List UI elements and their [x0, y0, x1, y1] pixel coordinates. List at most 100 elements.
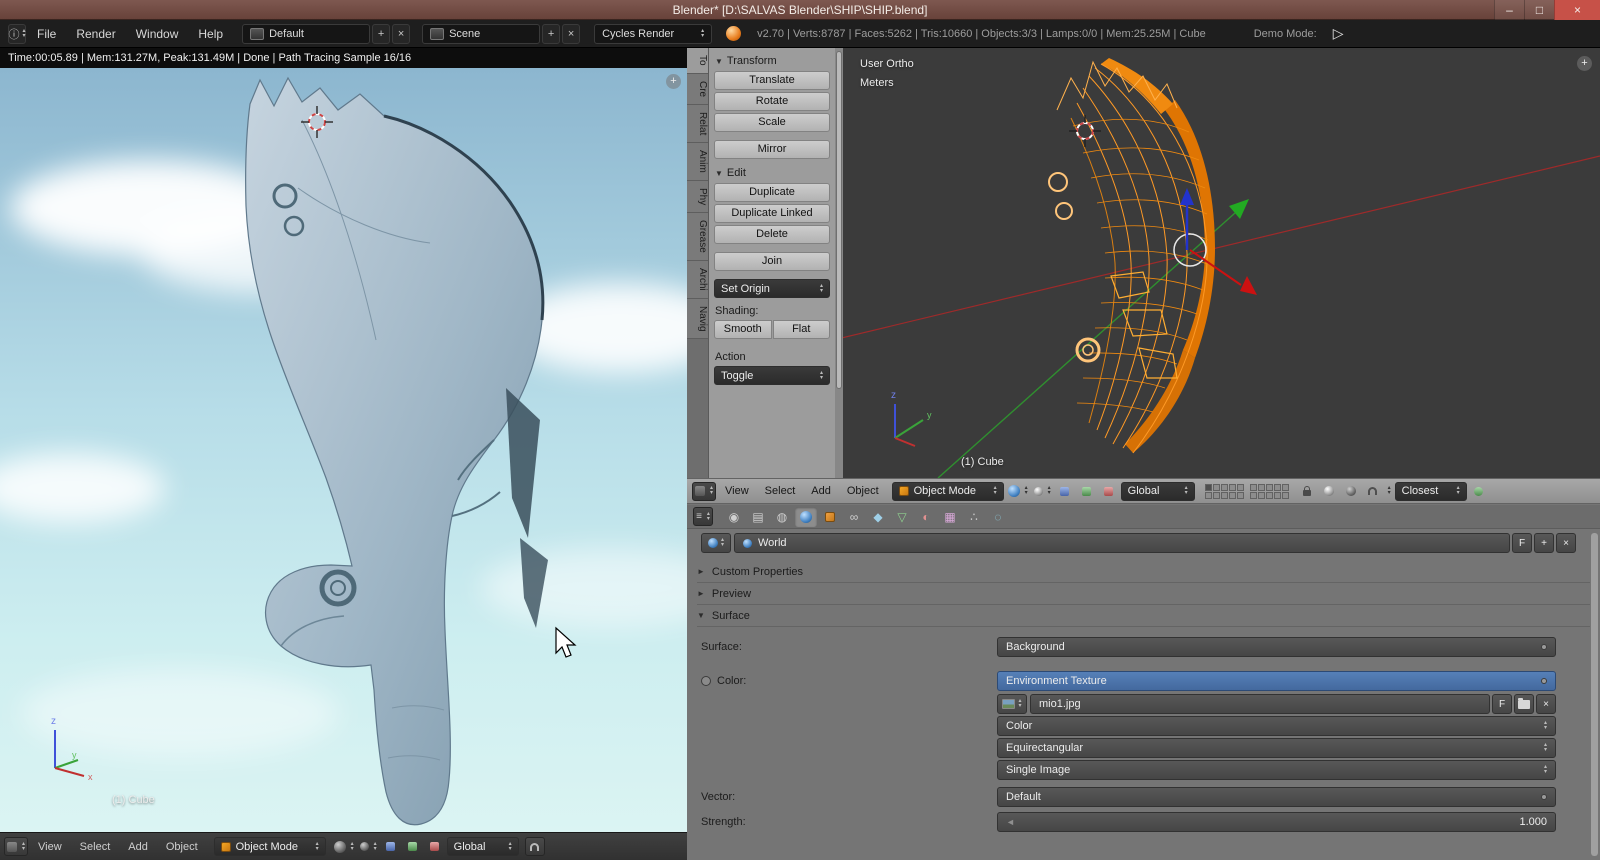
minimize-button[interactable]: –	[1494, 0, 1524, 20]
image-name-field[interactable]: mio1.jpg	[1030, 694, 1490, 714]
manipulator-translate-icon[interactable]	[381, 837, 401, 856]
editor-type-info-icon[interactable]: ⓘ ▴ ▾	[8, 23, 26, 44]
editor-type-3dview-icon[interactable]: ▴ ▾	[692, 481, 717, 501]
manipulator-scale-icon[interactable]	[1099, 482, 1119, 501]
properties-scrollbar[interactable]	[1591, 533, 1598, 856]
orientation-selector[interactable]: Global ▴ ▾	[446, 837, 519, 856]
mirror-button[interactable]: Mirror	[714, 140, 830, 159]
tab-constraints-icon[interactable]: ∞	[843, 507, 865, 527]
tab-data-icon[interactable]: ▽	[891, 507, 913, 527]
editor-type-3dview-icon[interactable]: ▴ ▾	[4, 837, 29, 856]
strength-slider[interactable]: ◄ 1.000	[997, 812, 1556, 832]
wireframe-viewport[interactable]: z y User Ortho Meters (1) Cube +	[843, 48, 1600, 478]
fake-user-button[interactable]: F	[1512, 533, 1532, 553]
pivot-point-icon[interactable]: ▴ ▾	[1032, 482, 1053, 501]
render-engine-selector[interactable]: Cycles Render ▴ ▾	[594, 23, 713, 44]
tab-render-icon[interactable]: ◉	[723, 507, 745, 527]
projection-selector[interactable]: Equirectangular ▴ ▾	[997, 738, 1556, 758]
open-image-button[interactable]	[1514, 694, 1534, 714]
menu-select[interactable]: Select	[72, 841, 119, 853]
transform-panel-header[interactable]: ▼ Transform	[715, 55, 829, 67]
pivot-point-icon[interactable]: ▴ ▾	[358, 837, 379, 856]
screen-layout-selector[interactable]: Default	[242, 23, 371, 44]
surface-panel[interactable]: ▼ Surface	[697, 605, 1590, 627]
rotate-button[interactable]: Rotate	[714, 92, 830, 111]
shelf-tab-create[interactable]: Cre	[687, 73, 708, 105]
mode-selector[interactable]: Object Mode ▴ ▾	[891, 481, 1004, 501]
tab-object-icon[interactable]	[819, 507, 841, 527]
layers-grid-2[interactable]	[1249, 483, 1289, 499]
render-preview-icon[interactable]	[1319, 482, 1339, 501]
menu-view[interactable]: View	[30, 841, 70, 853]
world-name-field[interactable]: World	[734, 533, 1510, 553]
layers-grid-1[interactable]	[1204, 483, 1244, 499]
tab-scene-icon[interactable]: ◍	[771, 507, 793, 527]
maximize-button[interactable]: □	[1524, 0, 1554, 20]
manipulator-rotate-icon[interactable]	[403, 837, 423, 856]
menu-add[interactable]: Add	[120, 841, 156, 853]
set-origin-selector[interactable]: Set Origin ▴ ▾	[714, 279, 830, 298]
menu-object[interactable]: Object	[158, 841, 206, 853]
viewport-shading-icon[interactable]: ▴ ▾	[332, 837, 356, 856]
rendered-viewport[interactable]: z y x (1) Cube +	[0, 68, 687, 832]
add-layout-button[interactable]: +	[372, 23, 391, 44]
tab-world-icon[interactable]	[795, 506, 817, 527]
vector-selector[interactable]: Default	[997, 787, 1556, 807]
opengl-render-icon[interactable]	[1469, 482, 1489, 501]
join-button[interactable]: Join	[714, 252, 830, 271]
menu-select[interactable]: Select	[758, 485, 803, 497]
world-browse-icon[interactable]: ▴ ▾	[701, 533, 731, 553]
custom-properties-panel[interactable]: ► Custom Properties	[697, 561, 1590, 583]
new-world-button[interactable]: +	[1534, 533, 1554, 553]
scale-button[interactable]: Scale	[714, 113, 830, 132]
menu-file[interactable]: File	[28, 27, 65, 41]
shelf-tab-physics[interactable]: Phy	[687, 180, 708, 214]
unlink-world-button[interactable]: ×	[1556, 533, 1576, 553]
manipulator-translate-icon[interactable]	[1055, 482, 1075, 501]
image-browse-icon[interactable]: ▴ ▾	[997, 694, 1027, 714]
shelf-tab-animation[interactable]: Anim	[687, 143, 708, 181]
delete-layout-button[interactable]: ×	[392, 23, 411, 44]
image-source-selector[interactable]: Single Image ▴ ▾	[997, 760, 1556, 780]
translate-button[interactable]: Translate	[714, 71, 830, 90]
unlink-image-button[interactable]: ×	[1536, 694, 1556, 714]
tab-material-icon[interactable]: ◐	[915, 507, 937, 527]
color-input-selector[interactable]: Environment Texture	[997, 671, 1556, 691]
region-expand-icon[interactable]: +	[1577, 56, 1592, 71]
region-expand-icon[interactable]: +	[666, 74, 681, 89]
menu-view[interactable]: View	[718, 485, 756, 497]
shelf-scrollbar[interactable]	[835, 48, 843, 478]
image-fake-user-button[interactable]: F	[1492, 694, 1512, 714]
viewport-shading-icon[interactable]: ▴ ▾	[1006, 482, 1030, 501]
properties-scrollbar-thumb[interactable]	[1591, 533, 1598, 856]
tab-particles-icon[interactable]: ∴	[963, 507, 985, 527]
render-border-icon[interactable]	[1341, 482, 1361, 501]
manipulator-rotate-icon[interactable]	[1077, 482, 1097, 501]
menu-object[interactable]: Object	[840, 485, 886, 497]
shelf-tab-archi[interactable]: Archi	[687, 260, 708, 299]
editor-type-properties-icon[interactable]: ≡ ▴ ▾	[693, 507, 713, 526]
close-button[interactable]: ×	[1554, 0, 1600, 20]
lock-icon[interactable]	[1297, 482, 1317, 501]
snap-mode-dropdown-icon[interactable]: ▴ ▾	[1388, 485, 1391, 496]
tab-texture-icon[interactable]: ▦	[939, 507, 961, 527]
snap-element-selector[interactable]: Closest ▴ ▾	[1394, 481, 1467, 501]
surface-shader-selector[interactable]: Background	[997, 637, 1556, 657]
duplicate-linked-button[interactable]: Duplicate Linked	[714, 204, 830, 223]
mode-selector[interactable]: Object Mode ▴ ▾	[213, 837, 326, 856]
orientation-selector[interactable]: Global ▴ ▾	[1120, 481, 1195, 501]
socket-unlink-icon[interactable]	[701, 676, 711, 686]
duplicate-button[interactable]: Duplicate	[714, 183, 830, 202]
shade-smooth-button[interactable]: Smooth	[714, 320, 772, 339]
delete-button[interactable]: Delete	[714, 225, 830, 244]
menu-window[interactable]: Window	[127, 27, 188, 41]
edit-panel-header[interactable]: ▼ Edit	[715, 167, 829, 179]
shelf-tab-grease[interactable]: Grease	[687, 213, 708, 261]
menu-add[interactable]: Add	[804, 485, 838, 497]
shelf-scrollbar-thumb[interactable]	[836, 51, 842, 389]
scene-selector[interactable]: Scene	[422, 23, 541, 44]
play-icon[interactable]: ▷	[1333, 25, 1344, 42]
shelf-tab-navig[interactable]: Navig	[687, 298, 708, 340]
snap-magnet-icon[interactable]	[1363, 482, 1383, 501]
menu-help[interactable]: Help	[189, 27, 232, 41]
